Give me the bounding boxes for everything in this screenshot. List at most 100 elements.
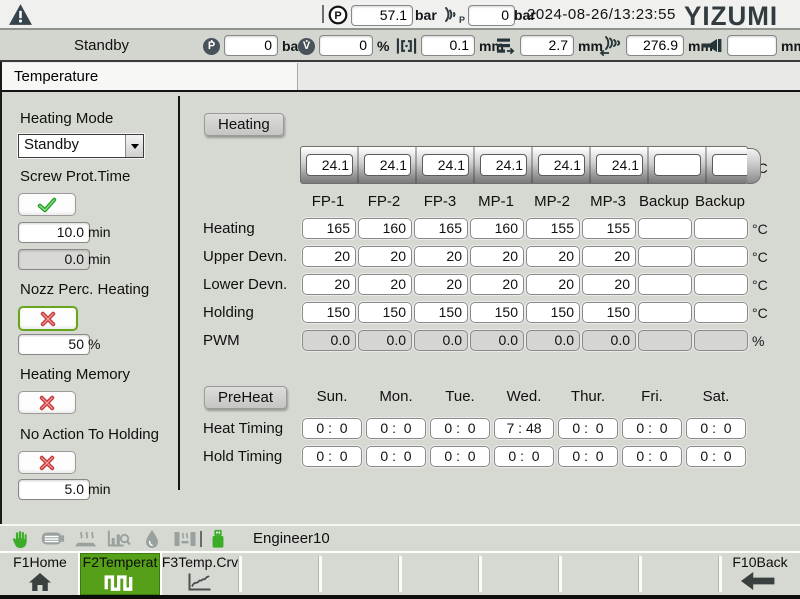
day-header-tue: Tue. [430,388,490,405]
barrel-graphic: 24.124.124.124.124.124.1 [300,146,748,184]
barrel-zone-6: 24.1 [589,147,647,183]
chevron-down-icon[interactable] [125,135,143,157]
tab-temperature[interactable]: Temperature [2,63,298,90]
heating-memory-toggle[interactable] [18,391,76,414]
no-action-to-holding-label: No Action To Holding [20,426,159,443]
heat-timing-tue-input[interactable]: 0 : 0 [430,418,490,439]
lower-devn-zone6-input[interactable]: 20 [582,274,636,295]
svg-text:P: P [334,10,341,22]
screw-prot-enable-toggle[interactable] [18,193,76,216]
hold-timing-sun-input[interactable]: 0 : 0 [302,446,362,467]
holding-zone5-input[interactable]: 150 [526,302,580,323]
lower-devn-zone5-input[interactable]: 20 [526,274,580,295]
screw-prot-elapsed-display: 0.0 [18,249,90,270]
unit-label: % [752,333,764,349]
hold-timing-mon-input[interactable]: 0 : 0 [366,446,426,467]
zone-header-mp-2-5: MP-2 [524,193,580,210]
actual-temp-display: 24.1 [480,154,527,176]
heating-zone7-input[interactable] [638,218,692,239]
screw-prot-time-input[interactable]: 10.0 [18,222,90,243]
tab-bar: Temperature [0,62,800,92]
hold-timing-sat-input[interactable]: 0 : 0 [686,446,746,467]
pwm-zone7-display [638,330,692,351]
holding-zone8-input[interactable] [694,302,748,323]
holding-zone1-input[interactable]: 150 [302,302,356,323]
no-action-to-holding-toggle[interactable] [18,451,76,474]
upper-devn-zone7-input[interactable] [638,246,692,267]
hand-icon [8,529,32,549]
heating-zone1-input[interactable]: 165 [302,218,356,239]
lower-devn-row-label: Lower Devn. [203,276,287,293]
lower-devn-zone4-input[interactable]: 20 [470,274,524,295]
pwm-zone3-display: 0.0 [414,330,468,351]
lower-devn-zone3-input[interactable]: 20 [414,274,468,295]
nozz-perc-heating-toggle[interactable] [18,306,78,331]
unit-label: °C [752,221,768,237]
upper-devn-zone6-input[interactable]: 20 [582,246,636,267]
fkey-empty-slot [240,553,320,595]
lower-devn-zone8-input[interactable] [694,274,748,295]
heating-memory-label: Heating Memory [20,366,130,383]
holding-zone3-input[interactable]: 150 [414,302,468,323]
lower-devn-zone2-input[interactable]: 20 [358,274,412,295]
actual-pressure-icon: P [203,36,220,55]
fkey-f1home[interactable]: F1Home [0,553,80,595]
hold-timing-wed-input[interactable]: 0 : 0 [494,446,554,467]
fkey-label: F10Back [720,553,800,571]
heat-timing-sun-input[interactable]: 0 : 0 [302,418,362,439]
pwm-row-label: PWM [203,332,240,349]
machine-field-mold-position: 0.1mm [396,35,504,56]
heating-zone6-input[interactable]: 155 [582,218,636,239]
pwm-zone6-display: 0.0 [582,330,636,351]
upper-devn-zone5-input[interactable]: 20 [526,246,580,267]
lower-devn-zone1-input[interactable]: 20 [302,274,356,295]
heat-timing-sat-input[interactable]: 0 : 0 [686,418,746,439]
user-label: Engineer10 [253,530,330,547]
barrel-zone-7 [647,147,705,183]
heating-mode-dropdown[interactable]: Standby [18,134,144,158]
upper-devn-zone1-input[interactable]: 20 [302,246,356,267]
heat-timing-wed-input[interactable]: 7 : 48 [494,418,554,439]
heating-zone5-input[interactable]: 155 [526,218,580,239]
hold-timing-tue-input[interactable]: 0 : 0 [430,446,490,467]
holding-zone7-input[interactable] [638,302,692,323]
machine-field-actual-pressure: P0bar [203,35,304,56]
upper-devn-zone2-input[interactable]: 20 [358,246,412,267]
machine-field-ejector-position: 2.7mm [496,35,603,56]
injection-pressure-display: 57.1 [351,5,413,26]
heating-zone4-input[interactable]: 160 [470,218,524,239]
heating-zone3-input[interactable]: 165 [414,218,468,239]
fkey-f3temp-crv[interactable]: F3Temp.Crv [160,553,240,595]
heating-zone8-input[interactable] [694,218,748,239]
barrel-zone-2: 24.1 [357,147,415,183]
zone-header-mp-3-6: MP-3 [580,193,636,210]
fkey-empty-slot [480,553,560,595]
hold-timing-thur-input[interactable]: 0 : 0 [558,446,618,467]
holding-zone6-input[interactable]: 150 [582,302,636,323]
heat-timing-thur-input[interactable]: 0 : 0 [558,418,618,439]
hmi-screen: P 57.1 bar P 0 bar 2024-08-26/13:23:55 Y… [0,0,800,599]
zone-header-backup-7: Backup [636,193,692,210]
fkey-f2temperat[interactable]: F2Temperat [80,553,160,595]
heat-timing-mon-input[interactable]: 0 : 0 [366,418,426,439]
fkey-empty-slot [400,553,480,595]
fkey-f10back[interactable]: F10Back [720,553,800,595]
heating-zone2-input[interactable]: 160 [358,218,412,239]
no-action-time-input[interactable]: 5.0 [18,479,90,500]
upper-devn-zone8-input[interactable] [694,246,748,267]
lower-devn-zone7-input[interactable] [638,274,692,295]
zone-header-fp-2-2: FP-2 [356,193,412,210]
barrel-zone-5: 24.1 [531,147,589,183]
warning-triangle-icon[interactable] [8,3,33,26]
hold-timing-fri-input[interactable]: 0 : 0 [622,446,682,467]
upper-devn-zone3-input[interactable]: 20 [414,246,468,267]
heat-timing-fri-input[interactable]: 0 : 0 [622,418,682,439]
coolant-drop-icon [140,529,164,549]
barrel-zone-1: 24.1 [301,147,357,183]
holding-zone2-input[interactable]: 150 [358,302,412,323]
nozz-perc-heating-input[interactable]: 50 [18,334,90,355]
actual-temp-display [654,154,701,176]
upper-devn-zone4-input[interactable]: 20 [470,246,524,267]
holding-zone4-input[interactable]: 150 [470,302,524,323]
actual-temp-display: 24.1 [422,154,469,176]
